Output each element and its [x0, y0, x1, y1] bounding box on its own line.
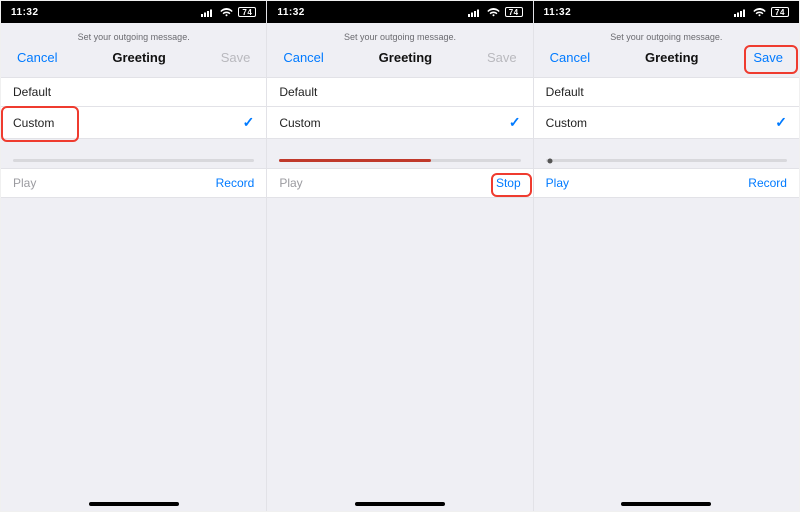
play-button: Play	[279, 176, 302, 190]
signal-icon: 74	[201, 7, 256, 17]
battery-icon: 74	[238, 7, 256, 17]
notch	[99, 1, 169, 23]
page-title: Greeting	[645, 50, 698, 65]
checkmark-icon: ✓	[509, 114, 521, 131]
wifi-icon	[220, 8, 233, 17]
option-default[interactable]: Default	[267, 78, 532, 106]
option-label: Custom	[279, 116, 320, 130]
signal-icon: 74	[468, 7, 523, 17]
greeting-option-list: Default Custom ✓	[1, 77, 266, 139]
recording-progress[interactable]	[546, 159, 787, 162]
save-button: Save	[217, 48, 255, 67]
sheet-card: Set your outgoing message. Cancel Greeti…	[534, 24, 799, 511]
option-custom[interactable]: Custom ✓	[267, 106, 532, 138]
page-title: Greeting	[379, 50, 432, 65]
cancel-button[interactable]: Cancel	[546, 48, 594, 67]
option-label: Default	[279, 85, 317, 99]
playback-controls: Play Record	[534, 168, 799, 198]
recording-progress[interactable]	[13, 159, 254, 162]
save-button[interactable]: Save	[749, 48, 787, 67]
greeting-option-list: Default Custom ✓	[267, 77, 532, 139]
sheet-subtitle: Set your outgoing message.	[267, 32, 532, 42]
phone-screen: 11:32 74 Set your outgoing message. Canc…	[533, 1, 799, 511]
sheet-card: Set your outgoing message. Cancel Greeti…	[1, 24, 266, 511]
page-title: Greeting	[112, 50, 165, 65]
wifi-icon	[753, 8, 766, 17]
option-custom[interactable]: Custom ✓	[1, 106, 266, 138]
sheet-subtitle: Set your outgoing message.	[534, 32, 799, 42]
navbar: Cancel Greeting Save	[534, 44, 799, 77]
navbar: Cancel Greeting Save	[267, 44, 532, 77]
recording-progress[interactable]	[279, 159, 520, 162]
playback-controls: Play Stop	[267, 168, 532, 198]
home-indicator	[355, 502, 445, 506]
home-indicator	[621, 502, 711, 506]
status-time: 11:32	[544, 7, 572, 18]
greeting-option-list: Default Custom ✓	[534, 77, 799, 139]
option-default[interactable]: Default	[534, 78, 799, 106]
play-button[interactable]: Play	[546, 176, 569, 190]
option-default[interactable]: Default	[1, 78, 266, 106]
option-label: Default	[546, 85, 584, 99]
playback-controls: Play Record	[1, 168, 266, 198]
option-label: Custom	[13, 116, 54, 130]
signal-icon: 74	[734, 7, 789, 17]
stop-button[interactable]: Stop	[496, 176, 521, 190]
option-label: Custom	[546, 116, 587, 130]
record-button[interactable]: Record	[216, 176, 255, 190]
sheet-subtitle: Set your outgoing message.	[1, 32, 266, 42]
phone-screen: 11:32 74 Set your outgoing message. Canc…	[1, 1, 266, 511]
home-indicator	[89, 502, 179, 506]
notch	[365, 1, 435, 23]
record-button[interactable]: Record	[748, 176, 787, 190]
battery-icon: 74	[505, 7, 523, 17]
checkmark-icon: ✓	[775, 114, 787, 131]
wifi-icon	[487, 8, 500, 17]
option-custom[interactable]: Custom ✓	[534, 106, 799, 138]
cancel-button[interactable]: Cancel	[13, 48, 61, 67]
status-time: 11:32	[277, 7, 305, 18]
option-label: Default	[13, 85, 51, 99]
navbar: Cancel Greeting Save	[1, 44, 266, 77]
sheet-card: Set your outgoing message. Cancel Greeti…	[267, 24, 532, 511]
cancel-button[interactable]: Cancel	[279, 48, 327, 67]
battery-icon: 74	[771, 7, 789, 17]
notch	[631, 1, 701, 23]
status-time: 11:32	[11, 7, 39, 18]
phone-screen: 11:32 74 Set your outgoing message. Canc…	[266, 1, 532, 511]
checkmark-icon: ✓	[243, 114, 255, 131]
save-button: Save	[483, 48, 521, 67]
play-button: Play	[13, 176, 36, 190]
